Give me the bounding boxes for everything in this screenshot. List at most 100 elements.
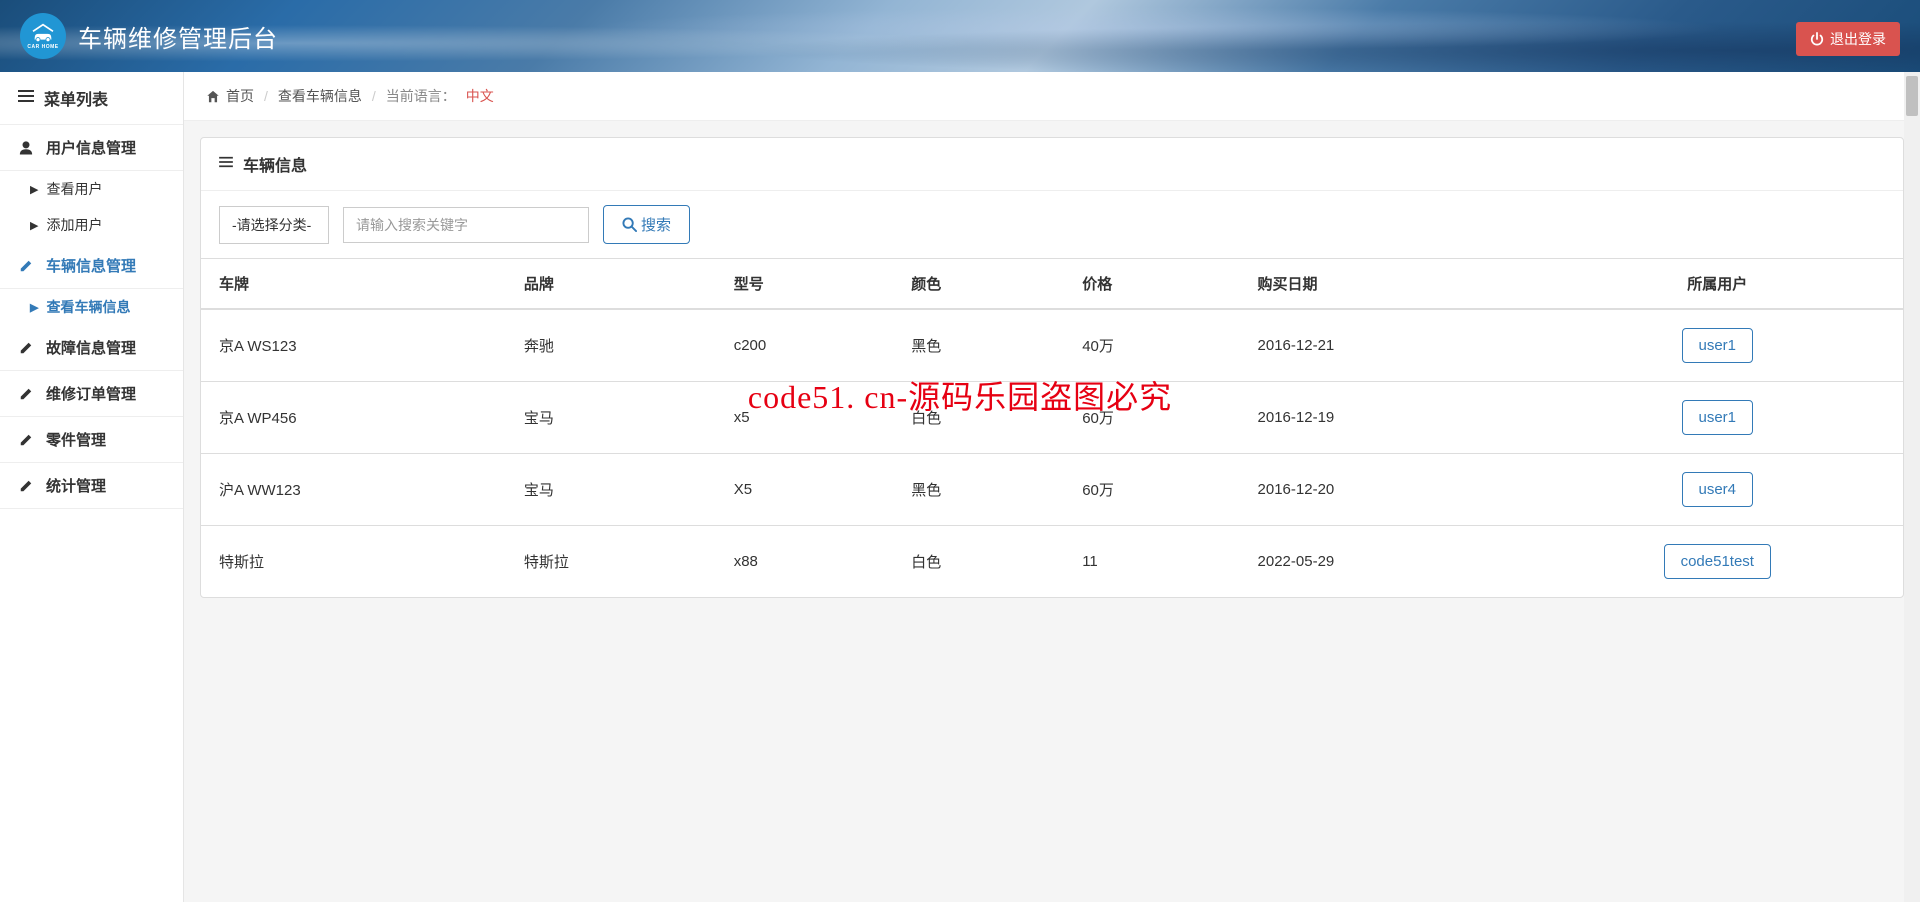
sidebar-section-label: 故障信息管理 [46,337,136,358]
app-title: 车辆维修管理后台 [78,19,278,54]
table-cell-user: user4 [1532,454,1903,526]
table-cell: 60万 [1064,454,1239,526]
sidebar-section[interactable]: 故障信息管理 [0,325,183,371]
sidebar-section[interactable]: 统计管理 [0,463,183,509]
car-home-icon [29,23,57,43]
list-icon [219,155,233,173]
table-cell: 奔驰 [506,309,716,382]
sidebar: 菜单列表 用户信息管理 ▶ 查看用户 ▶ 添加用户车辆信息管理 ▶ 查看车辆信息故障信息管理… [0,72,184,902]
table-cell-user: code51test [1532,526,1903,598]
search-icon [622,217,637,232]
table-header: 颜色 [893,259,1064,310]
main-content: 首页 / 查看车辆信息 / 当前语言：中文 车辆信息 -请选择分类- 搜索 [184,72,1920,902]
edit-icon [18,341,34,355]
lang-label: 当前语言： [386,86,456,106]
edit-icon [18,479,34,493]
caret-right-icon: ▶ [30,183,38,196]
table-cell: 宝马 [506,454,716,526]
user-link-button[interactable]: user4 [1682,472,1754,507]
table-cell: 白色 [893,526,1064,598]
table-cell: c200 [716,309,894,382]
table-header: 价格 [1064,259,1239,310]
sidebar-section[interactable]: 车辆信息管理 [0,243,183,289]
user-link-button[interactable]: user1 [1682,400,1754,435]
user-link-button[interactable]: user1 [1682,328,1754,363]
table-cell-user: user1 [1532,309,1903,382]
table-cell: 京A WS123 [201,309,506,382]
edit-icon [18,259,34,273]
menu-title: 菜单列表 [0,72,183,125]
table-cell: 2022-05-29 [1240,526,1532,598]
sidebar-section-label: 统计管理 [46,475,106,496]
table-header: 型号 [716,259,894,310]
search-button[interactable]: 搜索 [603,205,690,244]
panel-header: 车辆信息 [201,138,1903,191]
table-cell: 京A WP456 [201,382,506,454]
sidebar-section[interactable]: 零件管理 [0,417,183,463]
app-header: CAR HOME 车辆维修管理后台 退出登录 [0,0,1920,72]
logout-button[interactable]: 退出登录 [1796,22,1900,56]
user-icon [18,140,34,155]
list-icon [18,89,34,108]
table-cell: 2016-12-19 [1240,382,1532,454]
breadcrumb-current: 查看车辆信息 [278,86,362,106]
sidebar-item-label: 添加用户 [46,215,102,235]
caret-right-icon: ▶ [30,301,38,314]
sidebar-item[interactable]: ▶ 查看车辆信息 [0,289,183,325]
table-header: 购买日期 [1240,259,1532,310]
logout-label: 退出登录 [1830,29,1886,49]
sidebar-section[interactable]: 维修订单管理 [0,371,183,417]
table-cell: 黑色 [893,454,1064,526]
scrollbar[interactable] [1904,72,1920,902]
table-cell: x88 [716,526,894,598]
sidebar-item[interactable]: ▶ 查看用户 [0,171,183,207]
table-row: 沪A WW123宝马X5黑色60万2016-12-20user4 [201,454,1903,526]
table-cell: 11 [1064,526,1239,598]
edit-icon [18,387,34,401]
sidebar-section-label: 车辆信息管理 [46,255,136,276]
category-select[interactable]: -请选择分类- [219,206,329,244]
sidebar-section-label: 用户信息管理 [46,137,136,158]
table-cell: 特斯拉 [201,526,506,598]
table-cell: 2016-12-20 [1240,454,1532,526]
breadcrumb-home-label: 首页 [226,86,254,106]
sidebar-section[interactable]: 用户信息管理 [0,125,183,171]
table-cell: 宝马 [506,382,716,454]
vehicle-panel: 车辆信息 -请选择分类- 搜索 车牌品牌型号颜色价格购买日期所属用户 京A WS… [200,137,1904,598]
table-cell-user: user1 [1532,382,1903,454]
table-cell: 特斯拉 [506,526,716,598]
breadcrumb-home[interactable]: 首页 [206,86,254,106]
power-icon [1810,32,1824,46]
table-cell: 60万 [1064,382,1239,454]
table-cell: 40万 [1064,309,1239,382]
logo: CAR HOME 车辆维修管理后台 [20,13,278,59]
sidebar-section-label: 零件管理 [46,429,106,450]
lang-value[interactable]: 中文 [466,86,494,106]
sidebar-section-label: 维修订单管理 [46,383,136,404]
table-row: 特斯拉特斯拉x88白色112022-05-29code51test [201,526,1903,598]
vehicle-table: 车牌品牌型号颜色价格购买日期所属用户 京A WS123奔驰c200黑色40万20… [201,258,1903,597]
sidebar-item-label: 查看用户 [46,179,102,199]
table-header: 所属用户 [1532,259,1903,310]
table-header: 车牌 [201,259,506,310]
table-cell: 白色 [893,382,1064,454]
logo-small-text: CAR HOME [27,44,58,50]
scrollbar-thumb[interactable] [1906,76,1918,116]
search-input[interactable] [343,207,589,243]
table-header: 品牌 [506,259,716,310]
home-icon [206,90,220,103]
edit-icon [18,433,34,447]
caret-right-icon: ▶ [30,219,38,232]
breadcrumb: 首页 / 查看车辆信息 / 当前语言：中文 [184,72,1920,121]
sidebar-item[interactable]: ▶ 添加用户 [0,207,183,243]
logo-badge: CAR HOME [20,13,66,59]
search-row: -请选择分类- 搜索 [201,191,1903,258]
table-cell: 黑色 [893,309,1064,382]
table-cell: x5 [716,382,894,454]
table-cell: X5 [716,454,894,526]
sidebar-item-label: 查看车辆信息 [46,297,130,317]
breadcrumb-sep: / [372,88,376,104]
user-link-button[interactable]: code51test [1664,544,1771,579]
table-row: 京A WS123奔驰c200黑色40万2016-12-21user1 [201,309,1903,382]
menu-title-text: 菜单列表 [44,86,108,110]
